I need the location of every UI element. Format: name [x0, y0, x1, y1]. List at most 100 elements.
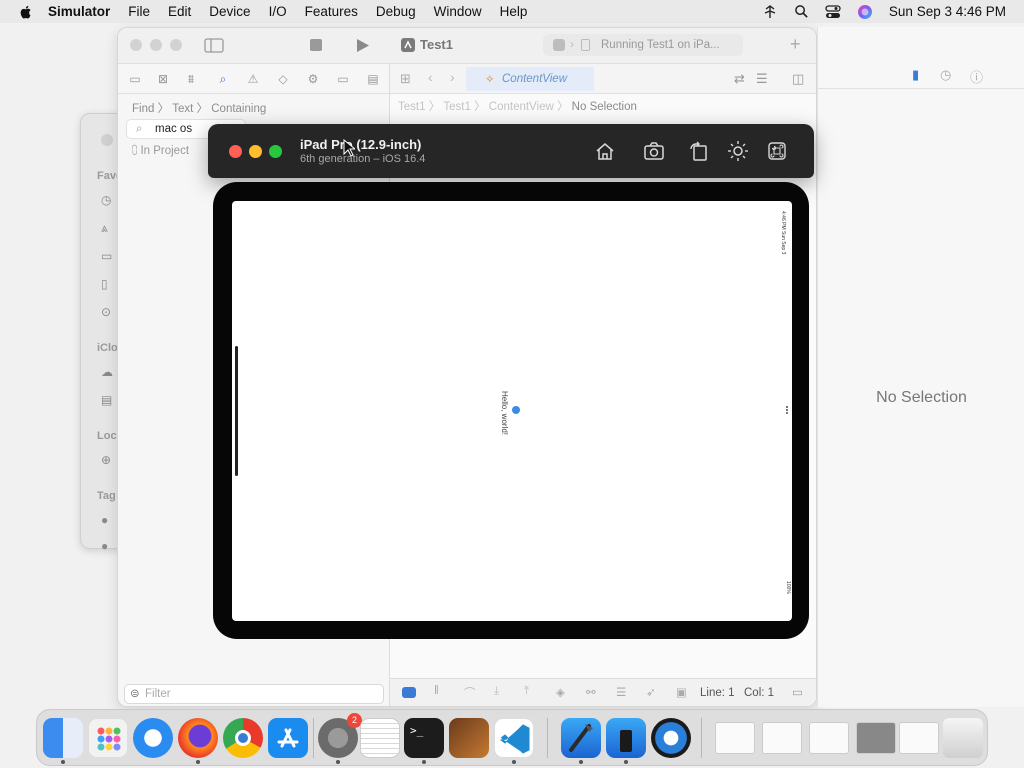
find-navigator-icon[interactable]: ⌕	[216, 72, 230, 86]
location-icon[interactable]: ➶	[646, 685, 656, 699]
jump-bar[interactable]: Test1 〉 Test1 〉 ContentView 〉 No Selecti…	[398, 98, 637, 114]
step-out-icon[interactable]: ⤒	[524, 685, 529, 698]
screenshot-button-icon[interactable]	[643, 140, 665, 162]
find-mode[interactable]: Find	[132, 103, 154, 115]
menu-app-name[interactable]: Simulator	[48, 4, 110, 19]
scheme-title[interactable]: Test1	[420, 37, 453, 52]
recents-icon[interactable]: ◷	[101, 193, 115, 207]
ipad-screen[interactable]: 4:46 PM Sun Sep 3 100% Hello, world!	[232, 201, 792, 621]
target-icon[interactable]: ▣	[676, 685, 687, 699]
simulator-minimize-button[interactable]	[249, 145, 262, 158]
dock-vscode-icon[interactable]	[494, 718, 534, 758]
forward-icon[interactable]: ›	[450, 69, 455, 85]
swap-icon[interactable]: ⇄	[734, 71, 745, 87]
dock-xcode-icon[interactable]	[561, 718, 601, 758]
toggle-console-icon[interactable]	[402, 687, 416, 698]
shared-folder-icon[interactable]: ▤	[101, 393, 115, 407]
memory-graph-icon[interactable]: ⚯	[586, 685, 596, 699]
menu-debug[interactable]: Debug	[376, 4, 416, 19]
menu-help[interactable]: Help	[500, 4, 528, 19]
simulator-zoom-button[interactable]	[269, 145, 282, 158]
find-kind[interactable]: Text	[172, 103, 193, 115]
grid-icon[interactable]: ⊞	[400, 71, 411, 87]
dock-garageband-icon[interactable]	[449, 718, 489, 758]
dock-safari-icon[interactable]	[133, 718, 173, 758]
documents-icon[interactable]: ▯	[101, 277, 115, 291]
dock-minimized-window-thumb[interactable]	[809, 722, 849, 754]
view-debugger-icon[interactable]: ◈	[556, 685, 565, 699]
command-button-icon[interactable]	[766, 140, 788, 162]
find-options[interactable]: Find 〉 Text 〉 Containing	[132, 100, 266, 116]
environment-icon[interactable]: ☰	[616, 685, 626, 699]
simulator-close-button[interactable]	[229, 145, 242, 158]
dock-system-settings-icon[interactable]: 2	[318, 713, 362, 758]
dock-quicktime-icon[interactable]	[651, 718, 691, 758]
filter-input[interactable]: ⊜ Filter	[124, 684, 384, 704]
dock-minimized-window-thumb[interactable]	[762, 722, 802, 754]
history-inspector-icon[interactable]: ◷	[940, 67, 951, 83]
run-button[interactable]	[356, 38, 370, 53]
report-icon[interactable]: ▤	[366, 72, 380, 86]
control-center-icon[interactable]	[825, 4, 841, 19]
search-scope[interactable]: ⩇ In Project	[132, 145, 189, 158]
menu-features[interactable]: Features	[305, 4, 358, 19]
apple-menu-icon[interactable]	[18, 4, 34, 20]
dock-finder-icon[interactable]	[43, 718, 83, 758]
pause-icon[interactable]: ‖	[434, 685, 439, 697]
step-over-icon[interactable]: ⌒	[464, 685, 476, 701]
downloads-icon[interactable]: ⊙	[101, 305, 115, 319]
dock-minimized-window-thumb[interactable]	[856, 722, 896, 754]
split-editor-icon[interactable]: ◫	[792, 71, 804, 87]
rotate-button-icon[interactable]	[688, 140, 710, 162]
breakpoint-icon[interactable]: ▭	[336, 72, 350, 86]
test-icon[interactable]: ◇	[276, 72, 290, 86]
dock-trash-icon[interactable]	[943, 718, 983, 758]
xcode-minimize-button[interactable]	[150, 39, 162, 51]
dock-launchpad-icon[interactable]	[88, 718, 128, 758]
source-control-icon[interactable]: ⊠	[156, 72, 170, 86]
debug-navigator-icon[interactable]: ⚙	[306, 72, 320, 86]
finder-close-button[interactable]	[101, 134, 113, 146]
editor-options-icon[interactable]: ☰	[756, 71, 768, 87]
stop-button[interactable]	[310, 39, 322, 51]
folder-icon[interactable]: ▭	[128, 72, 142, 86]
home-indicator[interactable]	[235, 346, 238, 476]
dock-app-store-icon[interactable]	[268, 718, 308, 758]
network-icon[interactable]: ⊕	[101, 453, 115, 467]
menu-window[interactable]: Window	[434, 4, 482, 19]
home-button-icon[interactable]	[594, 140, 616, 162]
issue-icon[interactable]: ⚠	[246, 72, 260, 86]
add-icon[interactable]: +	[790, 34, 801, 55]
multitasking-handle[interactable]	[786, 406, 788, 414]
tag-dot-icon[interactable]: ●	[101, 539, 115, 553]
menu-io[interactable]: I/O	[269, 4, 287, 19]
navigator-toggle-icon[interactable]	[204, 38, 224, 53]
dock-minimized-window-thumb[interactable]	[715, 722, 755, 754]
jump-group[interactable]: Test1	[443, 101, 471, 113]
airdrop-icon[interactable]	[762, 4, 778, 20]
dock-terminal-icon[interactable]: >_	[404, 718, 444, 758]
menubar-clock[interactable]: Sun Sep 3 4:46 PM	[889, 4, 1006, 19]
xcode-zoom-button[interactable]	[170, 39, 182, 51]
symbol-icon[interactable]: ⩩	[184, 72, 198, 86]
jump-file[interactable]: ContentView	[489, 101, 554, 113]
dock-simulator-icon[interactable]	[606, 718, 646, 758]
dock-chrome-icon[interactable]	[223, 718, 263, 758]
activity-status[interactable]: › Running Test1 on iPa...	[543, 34, 743, 56]
jump-selection[interactable]: No Selection	[572, 101, 637, 113]
jump-project[interactable]: Test1	[398, 101, 426, 113]
file-inspector-icon[interactable]: ▮	[912, 67, 919, 83]
appearance-button-icon[interactable]	[727, 140, 749, 162]
icloud-drive-icon[interactable]: ☁	[101, 365, 115, 379]
simulator-titlebar[interactable]: iPad Pro (12.9-inch) 6th generation – iO…	[208, 124, 814, 178]
desktop-icon[interactable]: ▭	[101, 249, 115, 263]
menu-device[interactable]: Device	[209, 4, 250, 19]
menu-edit[interactable]: Edit	[168, 4, 191, 19]
step-into-icon[interactable]: ⤓	[494, 685, 499, 698]
menu-file[interactable]: File	[128, 4, 150, 19]
dock-textedit-icon[interactable]	[360, 718, 400, 758]
spotlight-search-icon[interactable]	[794, 4, 809, 19]
panel-toggle-icon[interactable]: ▭	[792, 685, 803, 699]
find-match[interactable]: Containing	[211, 103, 266, 115]
siri-icon[interactable]	[857, 4, 873, 20]
